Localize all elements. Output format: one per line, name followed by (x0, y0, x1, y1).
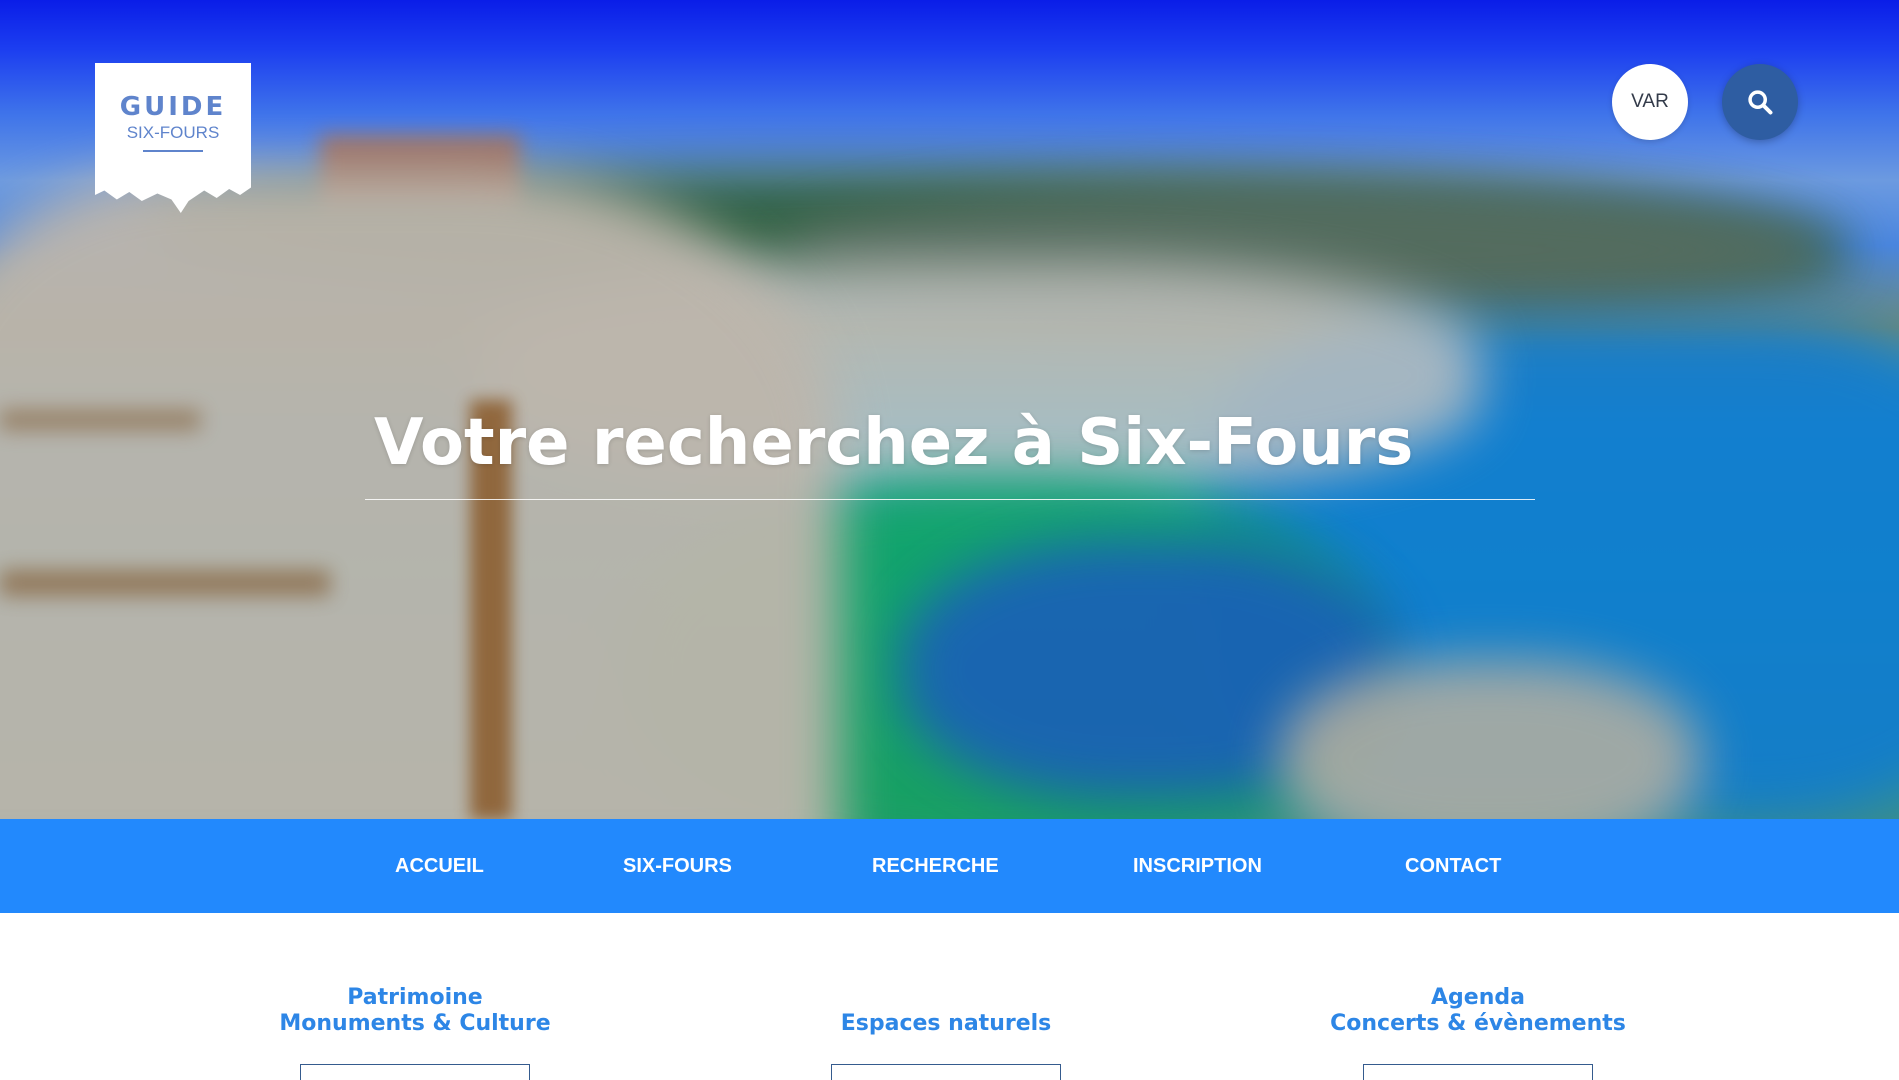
main-nav: ACCUEIL SIX-FOURS RECHERCHE INSCRIPTION … (0, 819, 1899, 913)
hero-photo-rail (0, 410, 200, 430)
category-image-frame[interactable] (831, 1064, 1061, 1080)
category-title: Patrimoine (347, 985, 483, 1010)
hero-photo-rail (0, 570, 330, 596)
nav-item-recherche[interactable]: RECHERCHE (872, 819, 999, 913)
logo-subtitle: SIX-FOURS (126, 123, 220, 142)
category-agenda[interactable]: Agenda Concerts & évènements (1258, 985, 1698, 1037)
var-button[interactable]: VAR (1612, 64, 1688, 140)
hero-photo-rock (1280, 660, 1700, 819)
logo-title: GUIDE (119, 92, 227, 122)
category-subtitle: Espaces naturels (840, 1011, 1052, 1036)
nav-item-accueil[interactable]: ACCUEIL (395, 819, 484, 913)
category-subtitle: Concerts & évènements (1330, 1011, 1626, 1036)
nav-item-inscription[interactable]: INSCRIPTION (1133, 819, 1262, 913)
hero-banner: GUIDE SIX-FOURS VAR Votre recherchez à S… (0, 0, 1899, 819)
category-image-frame[interactable] (1363, 1064, 1593, 1080)
category-title (726, 985, 1166, 1011)
search-icon (1748, 90, 1773, 115)
category-image-frame[interactable] (300, 1064, 530, 1080)
search-button[interactable] (1722, 64, 1798, 140)
nav-item-six-fours[interactable]: SIX-FOURS (623, 819, 732, 913)
hero-title: Votre recherchez à Six-Fours (374, 406, 1414, 480)
hero-photo-cliff (0, 170, 840, 819)
category-subtitle: Monuments & Culture (279, 1011, 551, 1036)
category-title: Agenda (1431, 985, 1525, 1010)
hero-divider (365, 499, 1535, 500)
logo-divider (143, 150, 203, 152)
category-patrimoine[interactable]: Patrimoine Monuments & Culture (195, 985, 635, 1037)
nav-item-contact[interactable]: CONTACT (1405, 819, 1501, 913)
category-espaces-naturels[interactable]: Espaces naturels (726, 985, 1166, 1037)
